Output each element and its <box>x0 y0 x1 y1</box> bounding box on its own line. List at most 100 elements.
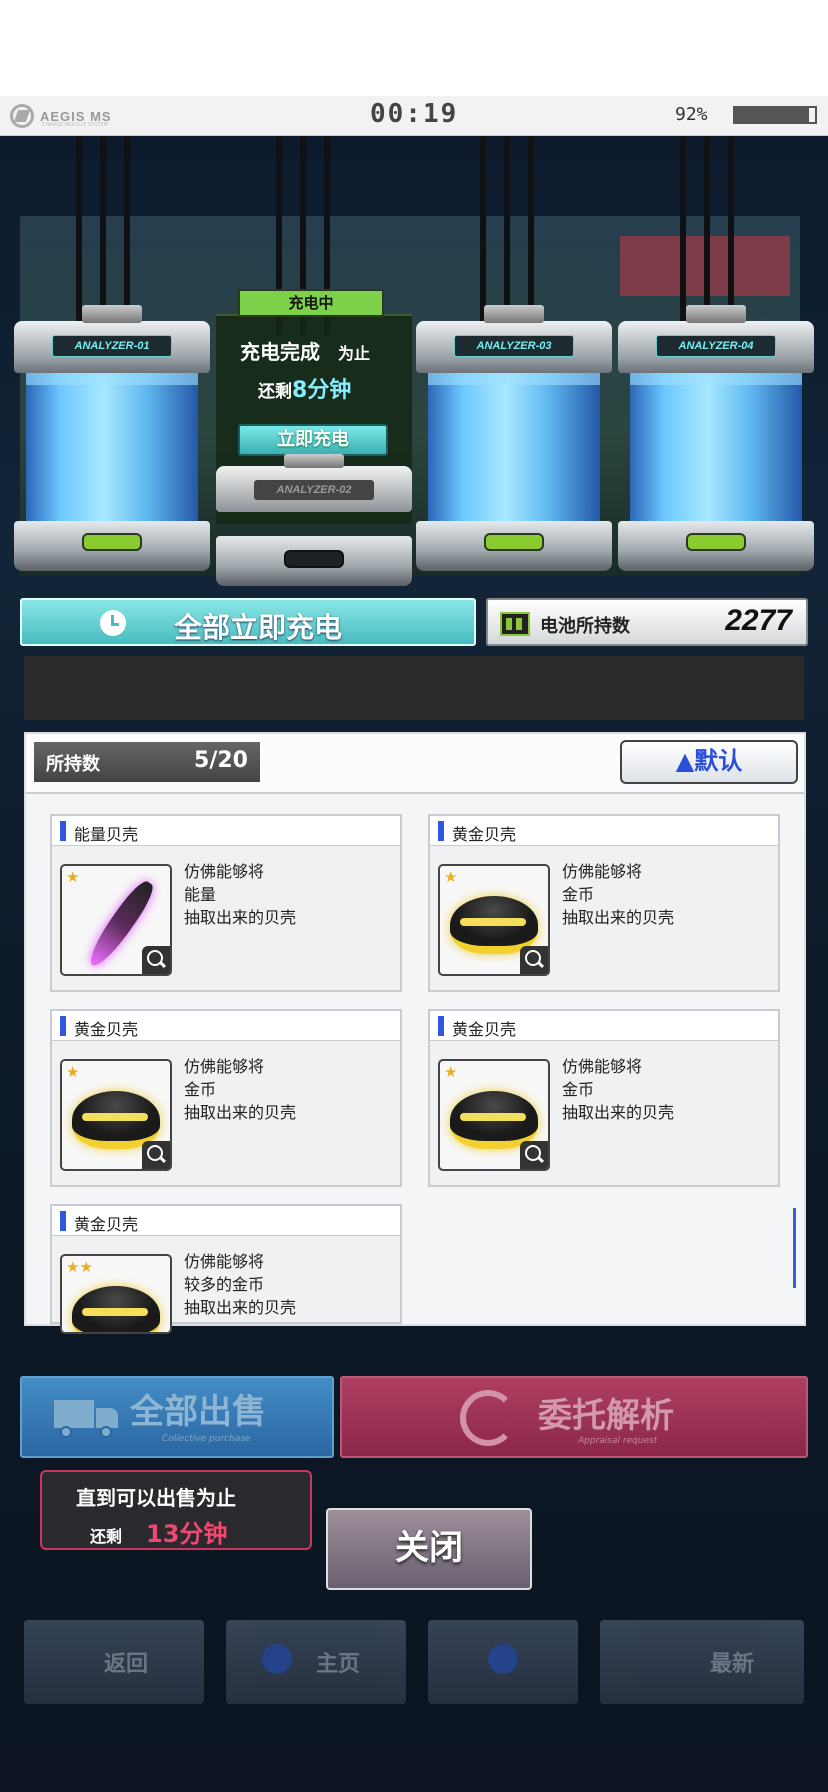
analyzer-cap: ANALYZER-03 <box>416 305 612 373</box>
appraisal-request-button[interactable]: 委托解析 Appraisal request <box>340 1376 808 1458</box>
analyzer-tube <box>26 373 198 523</box>
item-description: 仿佛能够将 能量 抽取出来的贝壳 <box>184 862 297 927</box>
appraisal-sublabel: Appraisal request <box>578 1436 658 1446</box>
zoom-icon[interactable] <box>520 1141 548 1169</box>
message-strip <box>24 656 804 720</box>
item-card[interactable]: 黄金贝壳 ★★ 仿佛能够将 较多的金币 抽取出来的贝壳 <box>50 1204 402 1334</box>
appraisal-label: 委托解析 <box>538 1396 674 1436</box>
item-thumbnail: ★ <box>60 1059 172 1171</box>
cables <box>676 136 756 336</box>
analyzer-03[interactable]: ANALYZER-03 <box>416 305 612 586</box>
shell-inventory: 所持数 5/20 ▲默认 能量贝壳 ★ 仿佛能够将 能量 抽取出来的贝壳 黄金贝壳 … <box>24 732 806 1334</box>
star-icon: ★ <box>66 1063 80 1081</box>
analyzer-cap: ANALYZER-04 <box>618 305 814 373</box>
bottom-nav: 返回 主页 最新 <box>0 1612 828 1732</box>
analyzer-tube <box>428 373 600 523</box>
analyzer-cap: ANALYZER-01 <box>14 305 210 373</box>
charge-remaining-text: 还剩8分钟 <box>258 378 352 403</box>
battery-count-panel: 电池所持数 2277 <box>486 598 808 646</box>
sell-cooldown-remaining: 还剩 13分钟 <box>90 1520 228 1548</box>
top-blank-area <box>0 0 828 96</box>
analyzer-base <box>14 521 210 571</box>
nav-back-label: 返回 <box>104 1652 149 1677</box>
gold-shell-icon <box>72 1286 160 1332</box>
item-name: 黄金贝壳 <box>74 1215 139 1234</box>
analyzer-label: ANALYZER-03 <box>454 335 574 357</box>
owned-count-label: 所持数 <box>46 754 100 775</box>
item-description: 仿佛能够将 金币 抽取出来的贝壳 <box>562 862 675 927</box>
battery-meter <box>733 106 817 124</box>
battery-meter-fill <box>735 108 809 122</box>
nav-latest-button[interactable]: 最新 <box>600 1620 804 1704</box>
sell-all-button[interactable]: 全部出售 Collective purchase <box>20 1376 334 1458</box>
owned-count: 所持数 5/20 <box>34 742 260 782</box>
item-thumbnail: ★ <box>438 864 550 976</box>
close-button[interactable]: 关闭 <box>326 1508 532 1590</box>
all-instant-charge-button[interactable]: 全部立即充电 <box>20 598 476 646</box>
star-icon: ★ <box>66 868 80 886</box>
instant-charge-button[interactable]: 立即充电 <box>238 424 388 456</box>
item-name: 黄金贝壳 <box>74 1020 139 1039</box>
sell-all-sublabel: Collective purchase <box>162 1434 251 1444</box>
inventory-header: 所持数 5/20 ▲默认 <box>26 734 804 794</box>
item-name: 黄金贝壳 <box>452 825 517 844</box>
status-led <box>686 533 746 551</box>
clock-time: 00:19 <box>370 99 459 129</box>
nav-back-button[interactable]: 返回 <box>24 1620 204 1704</box>
analyzer-tube <box>630 373 802 523</box>
item-name: 能量贝壳 <box>74 825 139 844</box>
analyzer-base <box>216 536 412 586</box>
sell-all-label: 全部出售 <box>130 1392 266 1432</box>
nav-home-button[interactable]: 主页 <box>226 1620 406 1704</box>
status-led <box>484 533 544 551</box>
nav-home-label: 主页 <box>316 1652 361 1677</box>
inventory-scrollbar[interactable] <box>793 1208 796 1288</box>
sell-cooldown-time: 13分钟 <box>146 1520 228 1548</box>
analyzer-base <box>416 521 612 571</box>
item-card[interactable]: 能量贝壳 ★ 仿佛能够将 能量 抽取出来的贝壳 <box>50 814 402 992</box>
nav-latest-label: 最新 <box>710 1652 755 1677</box>
battery-percent: 92% <box>675 104 708 125</box>
zoom-icon[interactable] <box>142 946 170 974</box>
analyzer-label: ANALYZER-01 <box>52 335 172 357</box>
item-description: 仿佛能够将 金币 抽取出来的贝壳 <box>184 1057 297 1122</box>
battery-icon <box>500 612 530 636</box>
truck-icon <box>54 1400 118 1438</box>
charging-tag: 充电中 <box>238 289 384 317</box>
analyzer-02[interactable]: ANALYZER-02 <box>216 454 412 586</box>
star-icon: ★ <box>444 1063 458 1081</box>
brand-logo-icon <box>10 104 34 128</box>
analyzer-label: ANALYZER-02 <box>254 480 374 500</box>
item-thumbnail: ★★ <box>60 1254 172 1334</box>
status-led <box>284 550 344 568</box>
analyzer-04[interactable]: ANALYZER-04 <box>618 305 814 586</box>
all-instant-charge-label: 全部立即充电 <box>174 611 343 644</box>
zoom-icon[interactable] <box>142 1141 170 1169</box>
item-card[interactable]: 黄金贝壳 ★ 仿佛能够将 金币 抽取出来的贝壳 <box>428 1009 780 1187</box>
clock-icon <box>100 610 126 636</box>
zoom-icon[interactable] <box>520 946 548 974</box>
item-card[interactable]: 黄金贝壳 ★ 仿佛能够将 金币 抽取出来的贝壳 <box>428 814 780 992</box>
owned-count-value: 5/20 <box>194 748 248 773</box>
battery-count-label: 电池所持数 <box>540 616 630 637</box>
status-bar: AEGIS MS CHARGE MODULE SYSTEM 00:19 92% <box>0 96 828 136</box>
battery-count-value: 2277 <box>725 604 792 637</box>
cables <box>72 136 152 336</box>
home-icon <box>262 1644 292 1674</box>
analyzer-label: ANALYZER-04 <box>656 335 776 357</box>
analyzer-base <box>618 521 814 571</box>
star-icon: ★★ <box>66 1258 93 1276</box>
sell-cooldown-text: 直到可以出售为止 <box>76 1486 236 1510</box>
star-icon: ★ <box>444 868 458 886</box>
nav-info-button[interactable] <box>428 1620 578 1704</box>
analyzer-01[interactable]: ANALYZER-01 <box>14 305 210 586</box>
item-description: 仿佛能够将 金币 抽取出来的贝壳 <box>562 1057 675 1122</box>
item-description: 仿佛能够将 较多的金币 抽取出来的贝壳 <box>184 1252 297 1317</box>
brand-subtitle: CHARGE MODULE SYSTEM <box>42 122 108 128</box>
item-card[interactable]: 黄金贝壳 ★ 仿佛能够将 金币 抽取出来的贝壳 <box>50 1009 402 1187</box>
item-thumbnail: ★ <box>60 864 172 976</box>
sell-cooldown-tooltip: 直到可以出售为止 还剩 13分钟 <box>40 1470 312 1550</box>
sort-button[interactable]: ▲默认 <box>620 740 798 784</box>
brand: AEGIS MS CHARGE MODULE SYSTEM <box>10 104 112 128</box>
charge-remaining-time: 8分钟 <box>292 378 352 403</box>
